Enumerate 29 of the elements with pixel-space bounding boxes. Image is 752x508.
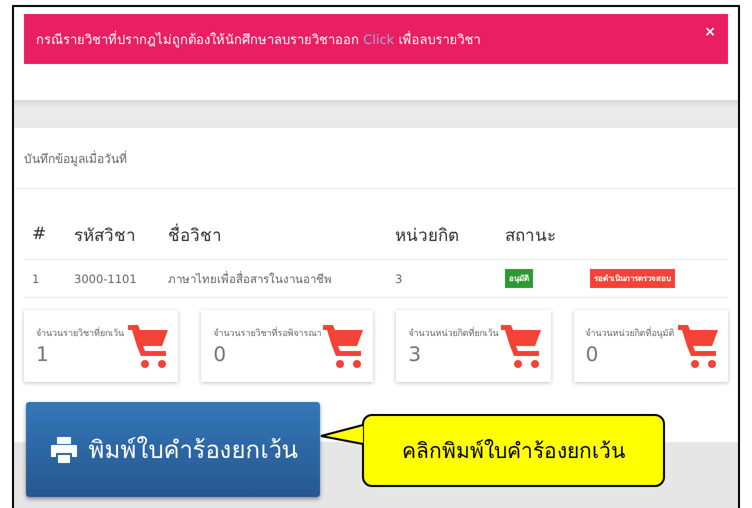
column-header: รหัสวิชา	[74, 224, 137, 248]
table-cell-text: 1	[32, 272, 40, 286]
status-badge: อนุมัติ	[505, 269, 533, 288]
alert-message: กรณีรายวิชาที่ปรากฎไม่ถูกต้องให้นักศึกษาลบรายวิชาออก Click เพื่อลบรายวิชา	[36, 30, 480, 50]
cart-icon	[321, 322, 366, 370]
print-button[interactable]: พิมพ์ใบคำร้องยกเว้น	[26, 402, 320, 497]
printer-icon	[48, 434, 78, 464]
column-header: สถานะ	[505, 224, 557, 248]
status-badge: รอดำเนินการตรวจสอบ	[590, 269, 675, 288]
stat-value: 0	[213, 342, 228, 366]
stat-value: 3	[408, 342, 422, 366]
stat-label: จำนวนรายวิชาที่รอพิจารณา	[213, 326, 322, 340]
record-date-label: บันทึกข้อมูลเมื่อวันที่	[24, 150, 127, 168]
cart-icon	[498, 322, 543, 370]
stat-value: 0	[586, 342, 600, 366]
callout-text: คลิกพิมพ์ใบคำร้องยกเว้น	[402, 438, 625, 465]
table-cell-text: 3000-1101	[74, 272, 138, 286]
column-header: #	[32, 224, 48, 244]
table-cell-text: 3	[395, 272, 404, 286]
stat-label: จำนวนรายวิชาที่ยกเว้น	[36, 326, 124, 340]
cart-icon	[126, 322, 170, 370]
cart-icon	[676, 322, 720, 370]
column-header: ชื่อวิชา	[168, 222, 223, 248]
column-header: หน่วยกิต	[395, 224, 460, 248]
close-button[interactable]: ×	[704, 24, 716, 40]
stat-label: จำนวนหน่วยกิตที่อนุมัติ	[586, 326, 675, 340]
table-cell-text: ภาษาไทยเพื่อสื่อสารในงานอาชีพ	[168, 270, 333, 288]
stat-label: จำนวนหน่วยกิตที่ยกเว้น	[408, 326, 498, 340]
stat-value: 1	[36, 342, 50, 366]
